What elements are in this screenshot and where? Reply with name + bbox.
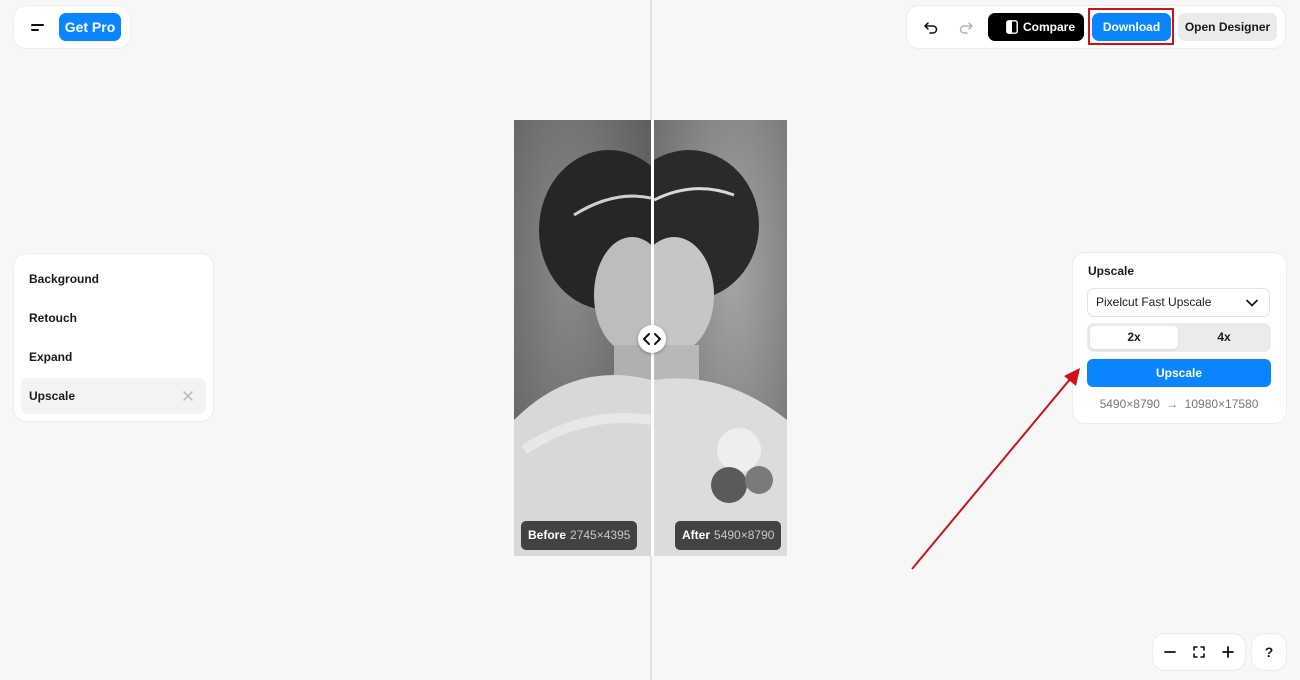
sidebar-item-expand[interactable]: Expand	[21, 339, 206, 375]
after-size: 5490×8790	[714, 528, 775, 542]
image-compare-view: Before 2745×4395 After 5490×8790	[514, 120, 787, 556]
upscale-model-value: Pixelcut Fast Upscale	[1096, 295, 1212, 309]
redo-icon[interactable]	[953, 14, 979, 40]
scale-option-4x[interactable]: 4x	[1180, 326, 1268, 349]
top-toolbar: Compare Download Open Designer	[907, 6, 1285, 48]
after-label: After	[682, 528, 711, 542]
zoom-controls	[1153, 634, 1245, 670]
chevrons-left-right-icon	[643, 333, 661, 345]
scale-factor-toggle: 2x 4x	[1087, 323, 1271, 352]
get-pro-button[interactable]: Get Pro	[59, 13, 121, 41]
sidebar-item-label: Upscale	[29, 389, 76, 403]
scale-option-2x[interactable]: 2x	[1090, 326, 1178, 349]
open-designer-button[interactable]: Open Designer	[1178, 13, 1277, 41]
undo-icon[interactable]	[918, 14, 944, 40]
close-icon[interactable]	[182, 390, 194, 402]
sidebar-item-upscale[interactable]: Upscale	[21, 378, 206, 414]
after-image	[654, 120, 787, 556]
download-button[interactable]: Download	[1092, 13, 1171, 41]
plus-icon[interactable]	[1215, 639, 1241, 665]
minus-icon[interactable]	[1157, 639, 1183, 665]
compare-label: Compare	[1023, 20, 1076, 34]
sidebar-item-label: Expand	[29, 350, 73, 364]
top-left-bar: Get Pro	[14, 6, 130, 48]
compare-handle[interactable]	[638, 325, 666, 353]
resolution-summary: 5490×8790 → 10980×17580	[1087, 397, 1271, 411]
sidebar-item-label: Retouch	[29, 311, 77, 325]
chevron-down-icon	[1246, 299, 1258, 307]
compare-icon	[1006, 20, 1018, 34]
upscale-button[interactable]: Upscale	[1087, 359, 1271, 387]
upscale-panel: Upscale Pixelcut Fast Upscale 2x 4x Upsc…	[1073, 253, 1286, 423]
sidebar-item-retouch[interactable]: Retouch	[21, 300, 206, 336]
before-badge: Before 2745×4395	[521, 521, 638, 550]
fullscreen-icon[interactable]	[1186, 639, 1212, 665]
help-card: ?	[1252, 634, 1286, 670]
from-resolution: 5490×8790	[1099, 397, 1160, 411]
after-badge: After 5490×8790	[675, 521, 782, 550]
before-size: 2745×4395	[570, 528, 631, 542]
tools-sidebar: Background Retouch Expand Upscale	[14, 254, 213, 421]
sidebar-item-label: Background	[29, 272, 100, 286]
upscale-model-select[interactable]: Pixelcut Fast Upscale	[1087, 288, 1270, 317]
help-button[interactable]: ?	[1252, 634, 1286, 670]
sidebar-item-background[interactable]: Background	[21, 261, 206, 297]
before-label: Before	[528, 528, 567, 542]
compare-button[interactable]: Compare	[988, 13, 1084, 41]
to-resolution: 10980×17580	[1184, 397, 1259, 411]
upscale-panel-title: Upscale	[1088, 264, 1135, 278]
menu-icon[interactable]	[26, 17, 50, 37]
before-image	[514, 120, 651, 556]
arrow-right-icon: →	[1166, 397, 1179, 411]
